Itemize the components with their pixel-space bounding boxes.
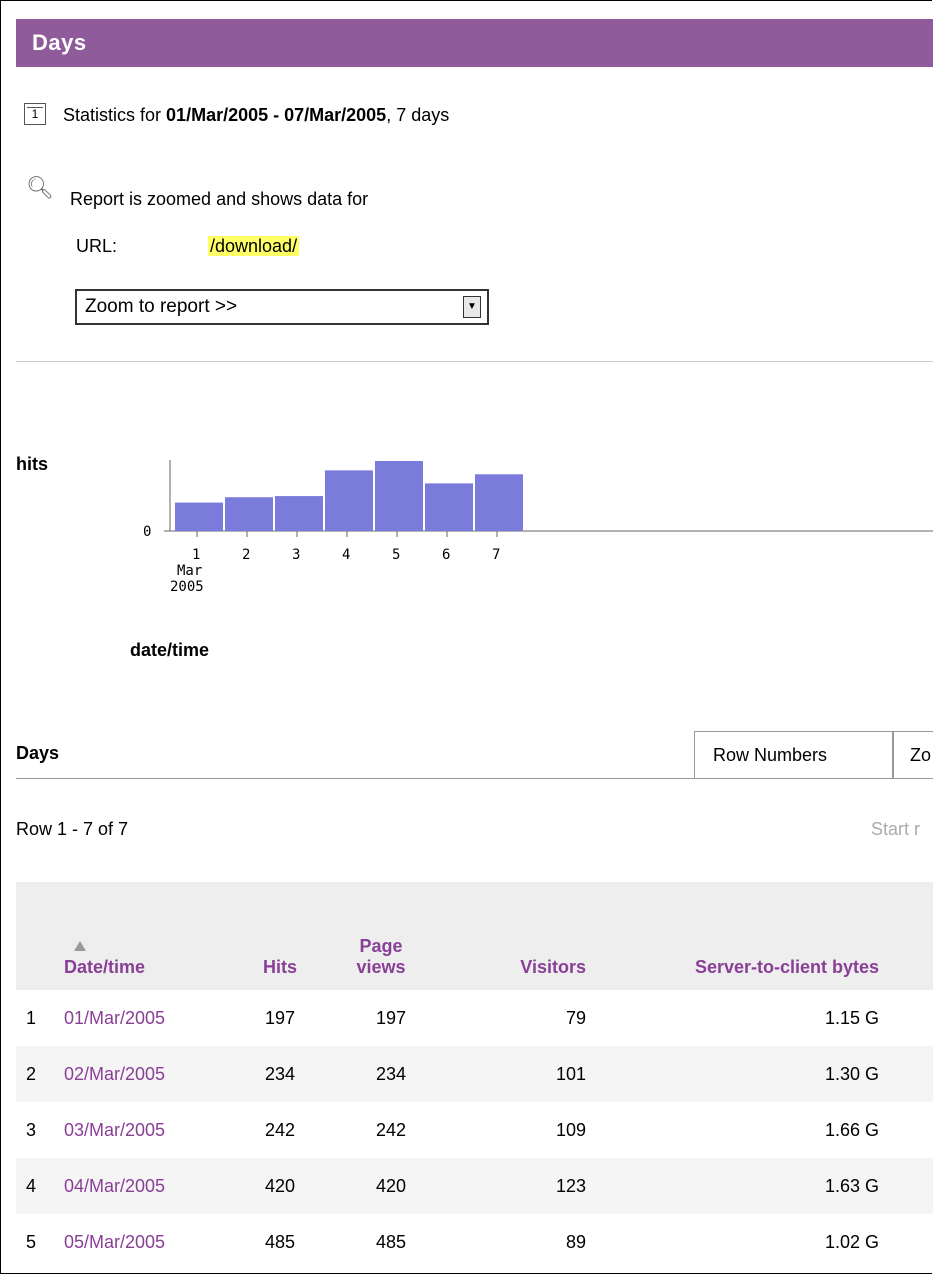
x-tick-label: 4: [342, 547, 350, 563]
table-row: 1 01/Mar/2005 197 197 79 1.15 G: [16, 990, 933, 1046]
x-tick-label: 7: [492, 547, 500, 563]
url-label: URL:: [76, 236, 118, 256]
chevron-down-icon[interactable]: ▼: [463, 296, 481, 318]
chart-xlabel: date/time: [130, 640, 209, 660]
date-link[interactable]: 02/Mar/2005: [46, 1046, 234, 1102]
table-row: 3 03/Mar/2005 242 242 109 1.66 G: [16, 1102, 933, 1158]
sort-ascending-icon: [74, 941, 86, 951]
table-row: 2 02/Mar/2005 234 234 101 1.30 G: [16, 1046, 933, 1102]
visitors-cell: 109: [555, 1119, 586, 1140]
chart-bar: [175, 502, 223, 531]
pageviews-cell: 420: [326, 1158, 436, 1214]
x-tick-label: 1: [192, 547, 200, 563]
hits-cell: 420: [234, 1158, 326, 1214]
rows-count: Row 1 - 7 of 7: [16, 819, 129, 839]
days-tabbar: Days Row Numbers Zo: [16, 731, 933, 779]
pageviews-cell: 485: [375, 1231, 406, 1252]
date-link[interactable]: 03/Mar/2005: [46, 1102, 234, 1158]
visitors-cell: 89: [565, 1231, 586, 1252]
column-header-visitors[interactable]: Visitors: [436, 882, 586, 990]
datetime-header-label[interactable]: Date/time: [64, 957, 145, 977]
chart-ylabel: hits: [16, 454, 48, 474]
visitors-cell: 79: [565, 1007, 586, 1028]
divider: [16, 361, 933, 362]
y-tick-label: 0: [143, 524, 151, 540]
column-header-datetime[interactable]: Date/time: [46, 882, 234, 990]
bytes-cell: 1.63 G: [586, 1158, 933, 1214]
row-number: 2: [16, 1046, 46, 1102]
table-row: 4 04/Mar/2005 420 420 123 1.63 G: [16, 1158, 933, 1214]
date-link[interactable]: 04/Mar/2005: [46, 1158, 234, 1214]
bytes-cell: 1.66 G: [824, 1119, 879, 1140]
pageviews-cell: 234: [326, 1046, 436, 1102]
column-header-bytes[interactable]: Server-to-client bytes: [586, 882, 933, 990]
visitors-cell: 123: [436, 1158, 586, 1214]
hits-header-label[interactable]: Hits: [263, 957, 297, 977]
start-link[interactable]: Start r: [871, 819, 920, 840]
column-header-hits[interactable]: Hits: [234, 882, 326, 990]
tab-zoom[interactable]: Zo: [893, 731, 933, 778]
row-number: 4: [16, 1158, 46, 1214]
zoom-note: Report is zoomed and shows data for: [70, 189, 369, 209]
tab-row-numbers[interactable]: Row Numbers: [694, 731, 893, 778]
bytes-cell: 1.15 G: [824, 1007, 879, 1028]
row-number-header: [16, 882, 46, 990]
stats-range: 01/Mar/2005 - 07/Mar/2005: [166, 105, 387, 125]
url-highlight: /download/: [208, 236, 300, 256]
hits-cell: 234: [234, 1046, 326, 1102]
pageviews-cell: 197: [375, 1007, 406, 1028]
visitors-header-label[interactable]: Visitors: [520, 957, 586, 977]
chart-bar: [425, 483, 473, 531]
chart-bar: [275, 496, 323, 531]
chart-bar: [325, 470, 373, 531]
date-link[interactable]: 01/Mar/2005: [46, 990, 234, 1046]
url-value: /download/: [208, 236, 300, 257]
statistics-range: Statistics for 01/Mar/2005 - 07/Mar/2005…: [63, 105, 449, 126]
column-header-pageviews[interactable]: Page views: [326, 882, 436, 990]
hits-chart: hits 0 1 2 3 4 5 6 7 Mar 2005 date/time: [0, 440, 933, 680]
x-sublabel-year: 2005: [170, 579, 204, 595]
x-tick-label: 6: [442, 547, 450, 563]
date-link[interactable]: 05/Mar/2005: [46, 1214, 234, 1270]
chart-svg: hits 0 1 2 3 4 5 6 7 Mar2005 date/time: [16, 454, 933, 660]
bytes-cell: 1.02 G: [824, 1231, 879, 1252]
hits-cell: 485: [264, 1231, 296, 1252]
chart-bar: [475, 474, 523, 531]
x-sublabel-month: Mar: [177, 563, 202, 579]
row-number: 1: [26, 1007, 37, 1028]
x-tick-label: 2: [242, 547, 250, 563]
page-title: Days: [16, 19, 933, 67]
row-number: 3: [26, 1119, 37, 1140]
x-tick-label: 5: [392, 547, 400, 563]
bytes-header-label[interactable]: Server-to-client bytes: [689, 957, 879, 978]
x-tick-label: 3: [292, 547, 300, 563]
row-number: 5: [26, 1231, 37, 1252]
zoom-select[interactable]: Zoom to report >> ▼: [75, 289, 489, 325]
days-table: Date/time Hits Page views Visitors Serve…: [16, 882, 933, 1270]
visitors-cell: 101: [436, 1046, 586, 1102]
pageviews-header-label[interactable]: Page views: [341, 936, 421, 978]
stats-suffix: , 7 days: [386, 105, 450, 125]
zoom-select-value: Zoom to report >>: [85, 296, 238, 317]
section-title: Days: [16, 743, 60, 763]
bytes-cell: 1.30 G: [586, 1046, 933, 1102]
table-row: 5 05/Mar/2005 485 485 89 1.02 G: [16, 1214, 933, 1270]
hits-cell: 197: [264, 1007, 296, 1028]
table-body: 1 01/Mar/2005 197 197 79 1.15 G 2 02/Mar/2005 23…: [16, 990, 933, 1270]
table-header-row: Date/time Hits Page views Visitors Serve…: [16, 882, 933, 990]
hits-cell: 242: [264, 1119, 296, 1140]
chart-bar: [225, 497, 273, 531]
pageviews-cell: 242: [375, 1119, 406, 1140]
calendar-icon: 1: [24, 103, 46, 125]
magnifier-icon: 🔍︎: [26, 175, 54, 200]
stats-prefix: Statistics for: [63, 105, 162, 125]
chart-bar: [375, 461, 423, 531]
